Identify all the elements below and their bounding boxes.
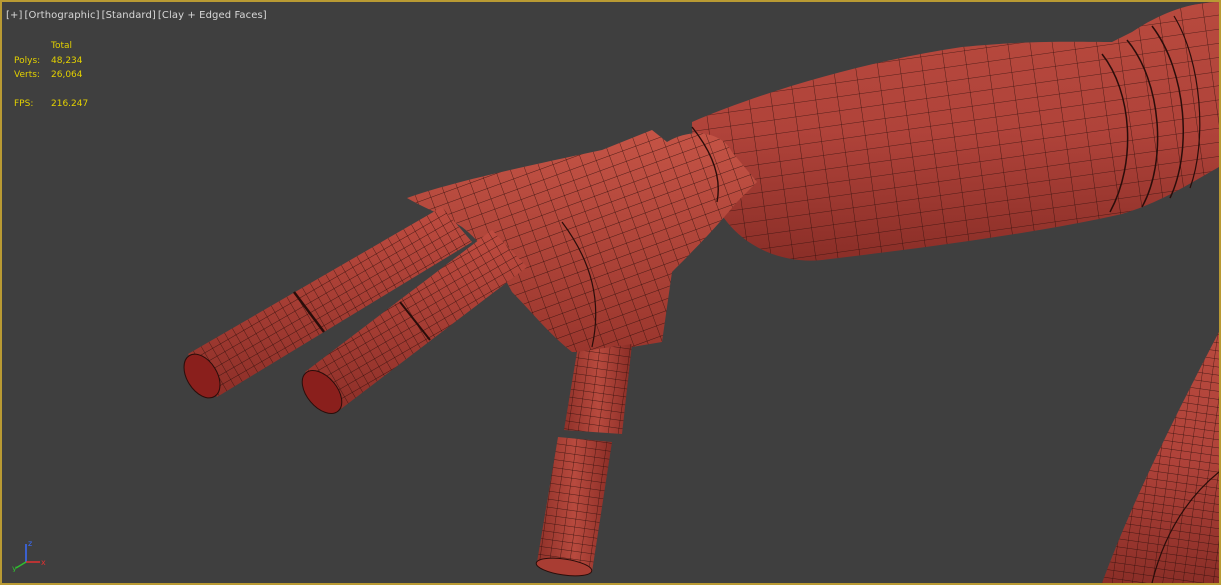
verts-label: Verts: xyxy=(14,70,40,80)
statistics-overlay: Total Polys: 48,234 Verts: 26,064 FPS: 216.… xyxy=(14,39,88,111)
viewport-perspective[interactable]: [+] [Orthographic] [Standard] [Clay + Ed… xyxy=(0,0,1221,585)
fps-label: FPS: xyxy=(14,98,34,109)
polys-label: Polys: xyxy=(14,55,41,66)
viewport-label-menu: [+] [Orthographic] [Standard] [Clay + Ed… xyxy=(6,10,267,21)
viewport-menu-display-mode[interactable]: [Clay + Edged Faces] xyxy=(158,10,267,21)
scene-mesh[interactable] xyxy=(2,2,1219,583)
polys-value: 48,234 xyxy=(51,55,83,66)
finger-ring-mesh xyxy=(535,344,632,577)
axis-y-label: y xyxy=(12,564,17,572)
axis-gizmo-icon: z x y xyxy=(12,539,46,572)
axis-x-label: x xyxy=(41,558,46,567)
stats-header: Total xyxy=(51,41,73,51)
viewport-menu-point-of-view[interactable]: [Orthographic] xyxy=(24,10,99,21)
axis-z-label: z xyxy=(28,539,32,548)
forearm-mesh xyxy=(692,2,1219,261)
side-mesh xyxy=(1102,332,1219,583)
viewport-menu-shading-standard[interactable]: [Standard] xyxy=(102,10,156,21)
verts-value: 26,064 xyxy=(51,70,83,80)
viewport-menu-general[interactable]: [+] xyxy=(6,10,22,21)
fps-value: 216.247 xyxy=(51,98,89,109)
